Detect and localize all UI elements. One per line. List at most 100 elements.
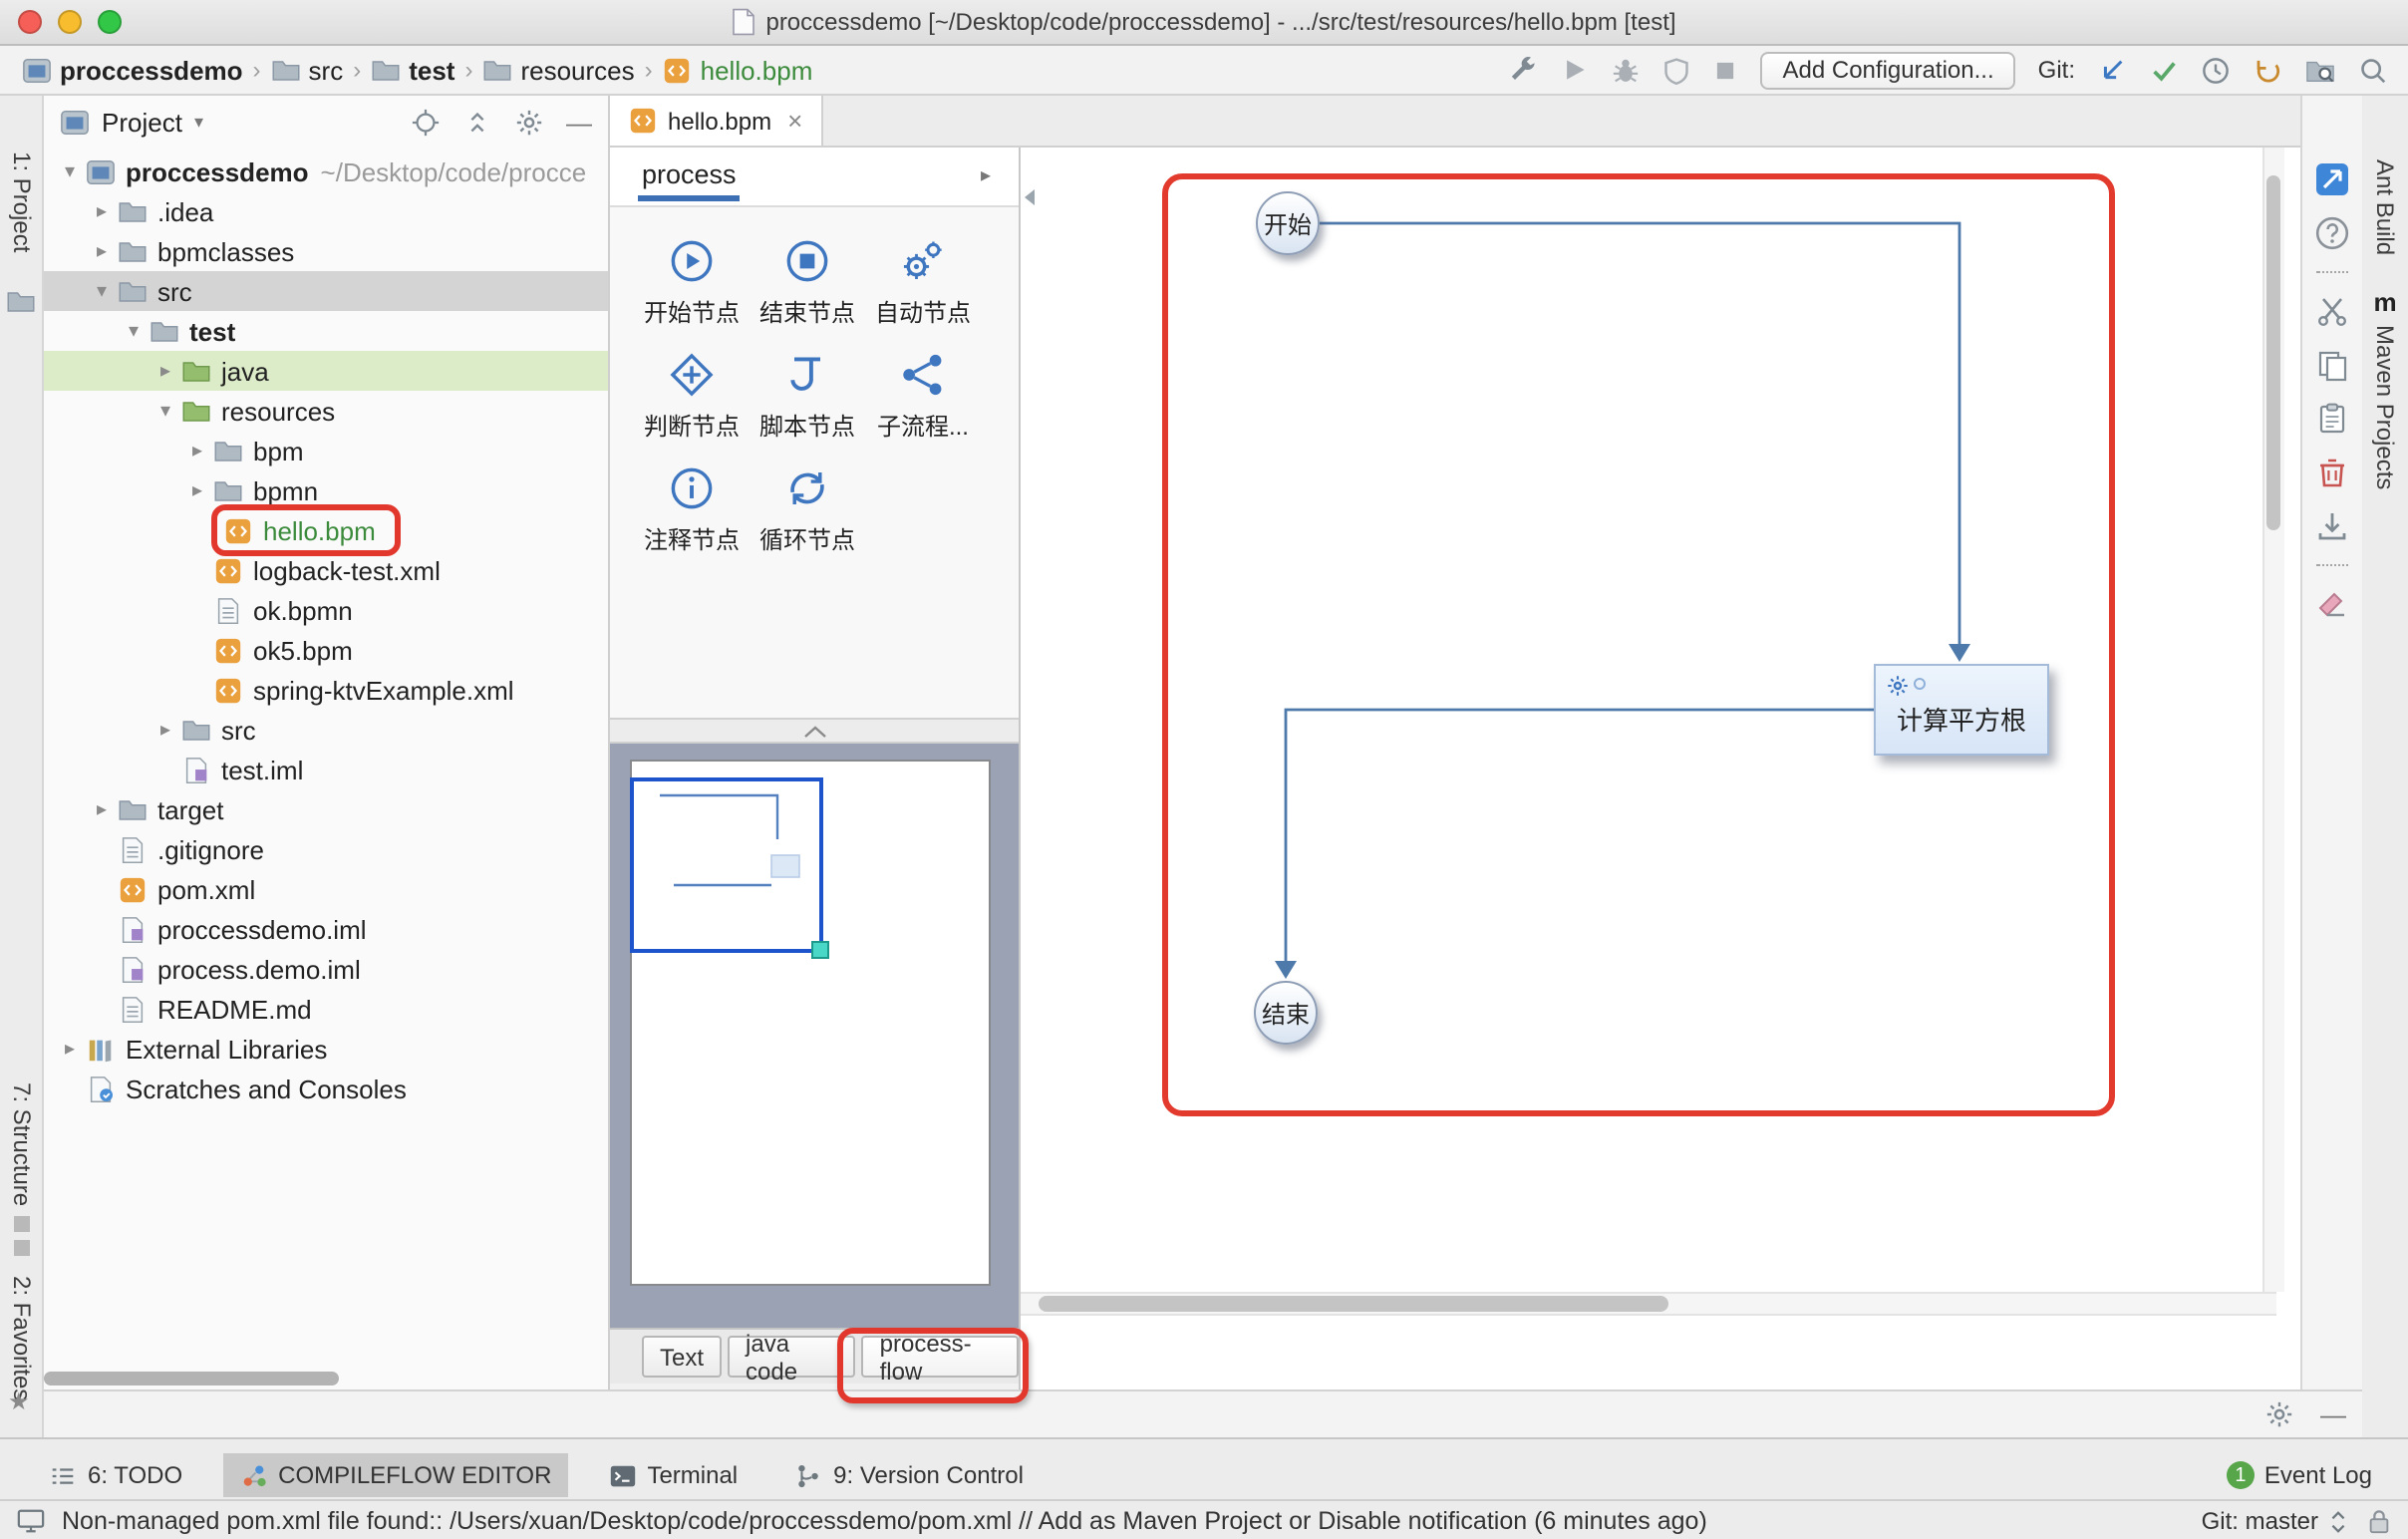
minimap-page[interactable]: [630, 760, 991, 1286]
toolwindow-button-structure[interactable]: 7: Structure: [8, 1082, 36, 1206]
chevron-right-icon[interactable]: ▸: [151, 719, 179, 741]
tree-item-bpm[interactable]: ▸bpm: [44, 431, 608, 470]
toolwindow-mini-icon[interactable]: [14, 1240, 30, 1256]
collapse-all-icon[interactable]: [462, 107, 492, 137]
flow-node-end[interactable]: 结束: [1254, 981, 1318, 1045]
tree-item-src[interactable]: ▾src: [44, 271, 608, 311]
tree-item-java[interactable]: ▸java: [44, 351, 608, 391]
toolwindow-button-ant-build[interactable]: Ant Build: [2371, 159, 2399, 255]
close-tab-icon[interactable]: ×: [787, 106, 802, 136]
tree-item-target[interactable]: ▸target: [44, 789, 608, 829]
close-window-button[interactable]: [18, 10, 42, 34]
view-tab-java-code[interactable]: java code: [728, 1336, 856, 1378]
palette-item-end-node[interactable]: 结束节点: [750, 235, 865, 329]
tree-item-proccessdemo[interactable]: ▾proccessdemo~/Desktop/code/procce: [44, 152, 608, 191]
cut-icon[interactable]: [2314, 293, 2350, 329]
delete-icon[interactable]: [2314, 455, 2350, 490]
vcs-commit-icon[interactable]: [2149, 55, 2179, 85]
paste-icon[interactable]: [2314, 401, 2350, 437]
add-configuration-button[interactable]: Add Configuration...: [1761, 51, 2016, 89]
chevron-right-icon[interactable]: ▸: [88, 798, 116, 820]
breadcrumb-item-resources[interactable]: resources: [476, 55, 640, 85]
chevron-down-icon[interactable]: ▾: [56, 160, 84, 182]
status-message[interactable]: Non-managed pom.xml file found:: /Users/…: [62, 1507, 2186, 1535]
event-log-button[interactable]: 1 Event Log: [2211, 1453, 2388, 1497]
gear-icon[interactable]: [514, 107, 544, 137]
chevron-right-icon[interactable]: ▸: [88, 240, 116, 262]
toolwindow-button-maven-projects[interactable]: Maven Projects: [2371, 325, 2399, 489]
chevron-right-icon[interactable]: ▸: [56, 1038, 84, 1060]
star-icon[interactable]: ★: [8, 1387, 30, 1415]
tree-item-resources[interactable]: ▾resources: [44, 391, 608, 431]
palette-item-script-node[interactable]: 脚本节点: [750, 349, 865, 443]
minimap-resize-handle[interactable]: [811, 941, 829, 959]
toolwindow-button-project[interactable]: 1: Project: [8, 152, 36, 252]
lock-icon[interactable]: [2366, 1507, 2392, 1535]
find-folder-icon[interactable]: [2304, 55, 2336, 85]
breadcrumb-item-proccessdemo[interactable]: proccessdemo: [16, 55, 249, 85]
tree-item--gitignore[interactable]: .gitignore: [44, 829, 608, 869]
breadcrumb-item-hello.bpm[interactable]: hello.bpm: [657, 55, 819, 85]
palette-item-auto-node[interactable]: 自动节点: [865, 235, 981, 329]
tree-item-test-iml[interactable]: test.iml: [44, 750, 608, 789]
project-panel-hscrollbar[interactable]: [44, 1372, 339, 1385]
chevron-right-icon[interactable]: ▸: [981, 165, 991, 187]
collapse-palette-icon[interactable]: [1023, 187, 1037, 207]
flow-canvas[interactable]: 开始 计算平方根 结束: [1021, 148, 2300, 1389]
tree-item-external-libraries[interactable]: ▸External Libraries: [44, 1029, 608, 1069]
tree-item-ok-bpmn[interactable]: ok.bpmn: [44, 590, 608, 630]
tree-item-ok5-bpm[interactable]: ok5.bpm: [44, 630, 608, 670]
maximize-window-button[interactable]: [98, 10, 122, 34]
help-icon[interactable]: [2314, 215, 2350, 251]
tree-item-src[interactable]: ▸src: [44, 710, 608, 750]
tree-item-scratches-and-consoles[interactable]: Scratches and Consoles: [44, 1069, 608, 1108]
palette-tab-process[interactable]: process: [638, 152, 741, 201]
history-icon[interactable]: [2201, 55, 2231, 85]
coverage-icon[interactable]: [1663, 55, 1691, 85]
tree-item-pom-xml[interactable]: pom.xml: [44, 869, 608, 909]
notification-icon[interactable]: [16, 1507, 46, 1535]
maven-icon[interactable]: m: [2373, 287, 2396, 317]
toolwindow-button-version-control[interactable]: 9: Version Control: [777, 1453, 1040, 1497]
save-image-icon[interactable]: [2314, 508, 2350, 544]
palette-splitter[interactable]: [610, 718, 1019, 744]
chevron-right-icon[interactable]: ▸: [183, 440, 211, 462]
tree-item-logback-test-xml[interactable]: logback-test.xml: [44, 550, 608, 590]
stop-icon[interactable]: [1713, 57, 1739, 83]
view-tab-Text[interactable]: Text: [642, 1336, 722, 1378]
chevron-right-icon[interactable]: ▸: [88, 200, 116, 222]
copy-icon[interactable]: [2314, 347, 2350, 383]
tree-item--idea[interactable]: ▸.idea: [44, 191, 608, 231]
hide-panel-icon[interactable]: —: [566, 107, 592, 137]
toolwindow-button-terminal[interactable]: Terminal: [591, 1453, 753, 1497]
flow-node-task[interactable]: 计算平方根: [1874, 664, 2049, 756]
rollback-icon[interactable]: [2253, 55, 2282, 85]
tree-item-process-demo-iml[interactable]: process.demo.iml: [44, 949, 608, 989]
minimap-viewport[interactable]: [630, 777, 823, 953]
minimize-window-button[interactable]: [58, 10, 82, 34]
chevron-down-icon[interactable]: ▾: [151, 400, 179, 422]
editor-tab-hello-bpm[interactable]: hello.bpm ×: [610, 96, 822, 146]
locate-file-icon[interactable]: [411, 107, 441, 137]
flow-designer-icon[interactable]: [2314, 161, 2350, 197]
wrench-icon[interactable]: [1508, 54, 1540, 86]
hide-panel-icon[interactable]: —: [2320, 1399, 2346, 1429]
view-tab-process-flow[interactable]: process-flow: [862, 1336, 1019, 1378]
debug-icon[interactable]: [1612, 55, 1642, 85]
palette-item-decision-node[interactable]: 判断节点: [634, 349, 750, 443]
chevron-down-icon[interactable]: ▾: [194, 111, 203, 133]
chevron-right-icon[interactable]: ▸: [183, 479, 211, 501]
eraser-icon[interactable]: [2314, 586, 2350, 622]
palette-item-note-node[interactable]: 注释节点: [634, 462, 750, 556]
flow-node-start[interactable]: 开始: [1256, 191, 1320, 255]
chevron-down-icon[interactable]: ▾: [120, 320, 148, 342]
run-icon[interactable]: [1562, 56, 1590, 84]
toolwindow-button-compileflow-editor[interactable]: COMPILEFLOW EDITOR: [222, 1453, 567, 1497]
breadcrumb-item-src[interactable]: src: [265, 55, 350, 85]
chevron-down-icon[interactable]: ▾: [88, 280, 116, 302]
git-branch-widget[interactable]: Git: master: [2202, 1507, 2350, 1535]
tree-item-hello-bpm[interactable]: hello.bpm: [44, 510, 608, 550]
project-toolwindow-icon[interactable]: [6, 287, 36, 317]
tree-item-readme-md[interactable]: README.md: [44, 989, 608, 1029]
gear-icon[interactable]: [2264, 1399, 2294, 1429]
